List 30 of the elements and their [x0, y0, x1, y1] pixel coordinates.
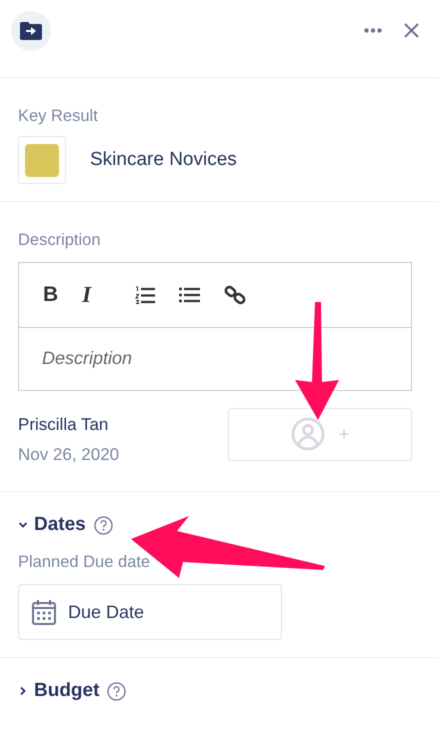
numbered-list-icon: [135, 286, 156, 304]
field-label: Description: [18, 230, 102, 250]
italic-button[interactable]: I: [82, 282, 92, 308]
user-icon: [290, 417, 325, 451]
close-button[interactable]: [404, 23, 419, 38]
folder-icon: [20, 22, 42, 40]
numbered-list-button[interactable]: [135, 286, 156, 304]
chevron-down-icon: [18, 520, 28, 530]
bold-button[interactable]: B: [43, 283, 58, 307]
link-icon: [224, 284, 246, 306]
key-result-title: Skincare Novices: [90, 149, 237, 171]
date-field[interactable]: Due Date: [18, 584, 282, 640]
help-icon[interactable]: [94, 516, 113, 534]
section-toggle[interactable]: Dates: [18, 514, 113, 536]
more-button[interactable]: [364, 28, 382, 33]
more-icon: [364, 28, 382, 33]
field-label: Key Result: [18, 106, 99, 126]
created-date: Nov 26, 2020: [18, 445, 120, 465]
bullet-list-button[interactable]: [179, 287, 200, 303]
chevron-right-icon: [18, 686, 28, 696]
section-toggle[interactable]: Budget: [18, 680, 126, 702]
help-icon[interactable]: [107, 682, 126, 700]
owner-name: Priscilla Tan: [18, 415, 110, 435]
description-editor[interactable]: B I Description: [18, 262, 412, 391]
field-label: Planned Due date: [18, 552, 152, 572]
bullet-list-icon: [179, 287, 200, 303]
move-button[interactable]: [11, 10, 51, 50]
close-icon: [404, 23, 419, 38]
color-swatch-button[interactable]: [18, 136, 66, 184]
link-button[interactable]: [224, 284, 246, 306]
